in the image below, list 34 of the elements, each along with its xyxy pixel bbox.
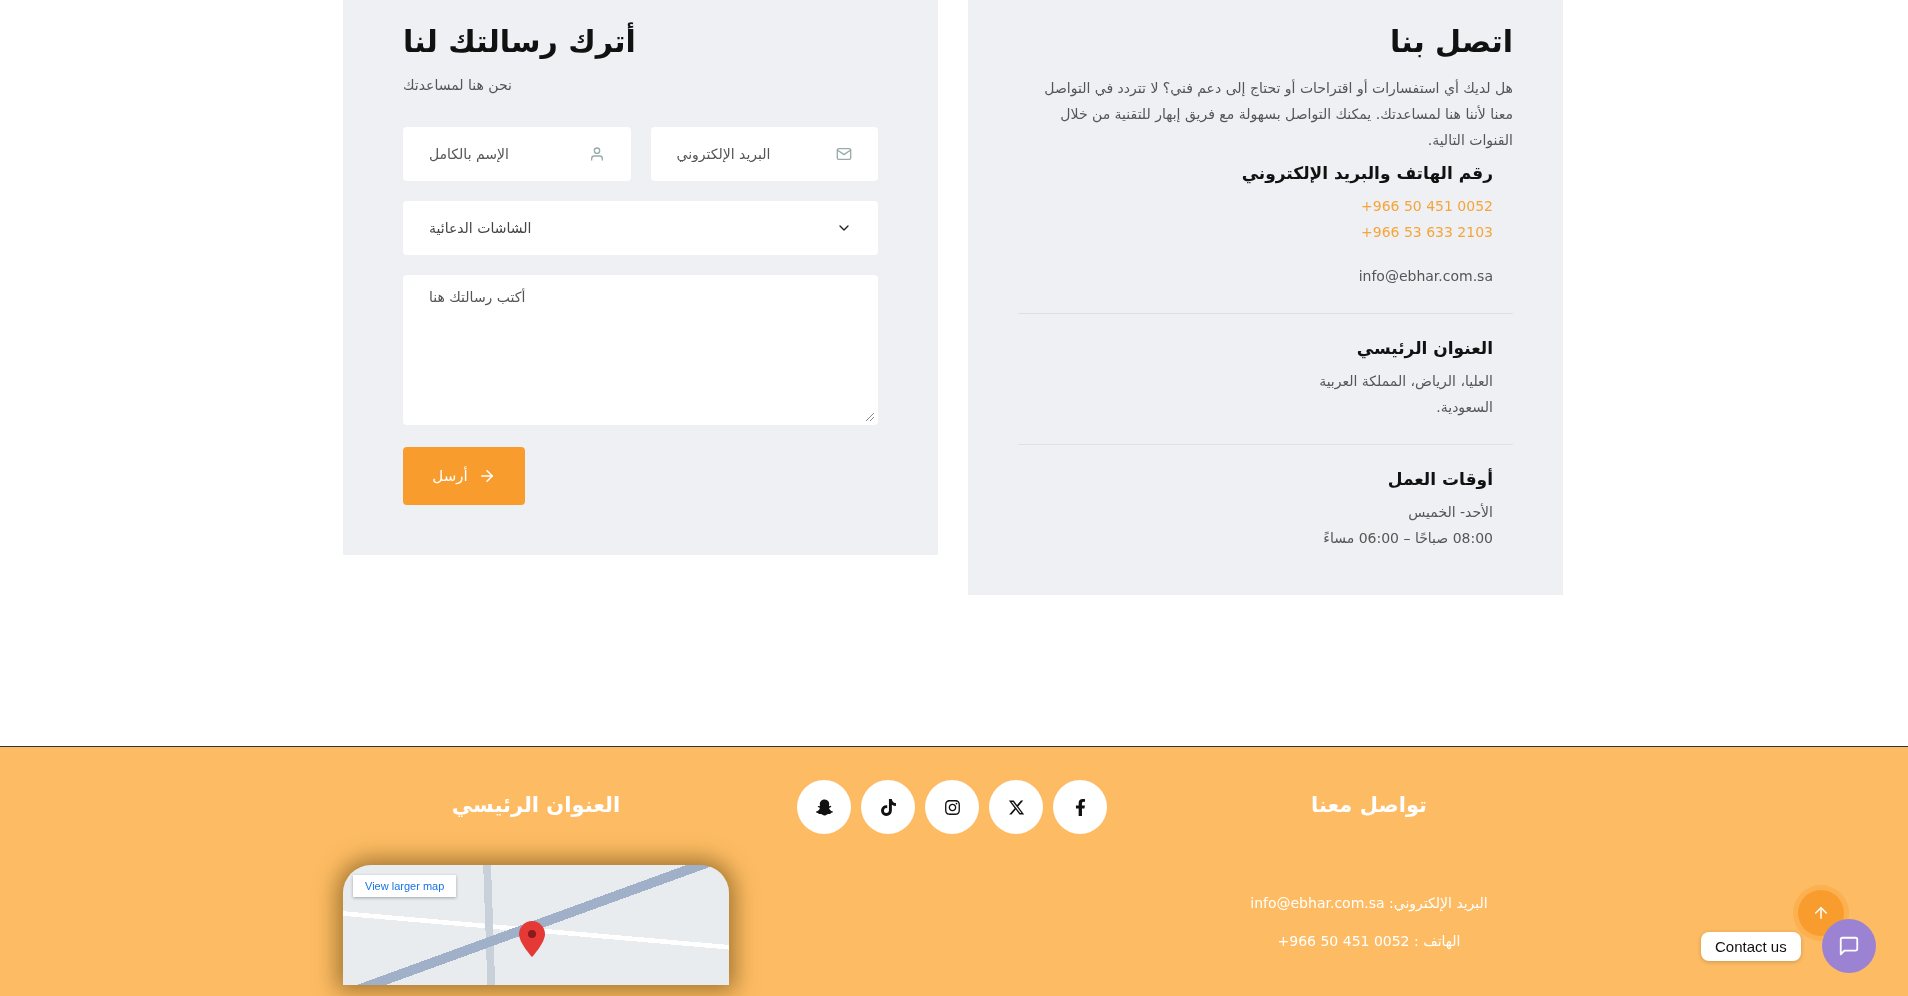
- email-field[interactable]: البريد الإلكتروني: [650, 127, 878, 181]
- instagram-icon: [943, 798, 961, 816]
- instagram-link[interactable]: [925, 780, 979, 834]
- message-field[interactable]: أكتب رسالتك هنا: [403, 275, 878, 425]
- user-icon: [588, 146, 605, 162]
- section-heading: أوقات العمل: [1386, 469, 1493, 489]
- map-pin-icon: [519, 921, 545, 958]
- form-subtitle: نحن هنا لمساعدتك: [403, 77, 512, 93]
- tiktok-icon: [879, 798, 897, 816]
- snapchat-link[interactable]: [797, 780, 851, 834]
- address-heading: العنوان الرئيسي: [451, 792, 621, 819]
- view-larger-map-link[interactable]: View larger map: [353, 875, 457, 898]
- contact-intro: هل لديك أي استفسارات أو اقتراحات أو تحتاج إلى دعم فني؟ لا تتردد في التواصل معنا لأننا هنا لمساعدتك. يمكنك التواصل بسهولة مع فريق إبهار للتقنية من خلال القنوات التالية.: [1043, 78, 1513, 151]
- service-select[interactable]: الشاشات الدعائية: [403, 201, 878, 255]
- info-text: 08:00 صباحًا – 06:00 مساءً: [1322, 529, 1493, 548]
- resize-grip-icon: [866, 413, 874, 421]
- mail-icon: [836, 146, 852, 162]
- section-heading: العنوان الرئيسي: [1355, 338, 1493, 358]
- arrow-up-icon: [1812, 904, 1830, 922]
- section-heading: رقم الهاتف والبريد الإلكتروني: [1240, 163, 1493, 183]
- contact-us-label: Contact us: [1701, 932, 1801, 961]
- email-link[interactable]: info@ebhar.com.sa: [1293, 263, 1493, 289]
- x-icon: [1007, 798, 1025, 816]
- tiktok-link[interactable]: [861, 780, 915, 834]
- x-link[interactable]: [989, 780, 1043, 834]
- form-title: أترك رسالتك لنا: [403, 22, 636, 61]
- name-field[interactable]: الإسم بالكامل: [403, 127, 631, 181]
- info-text: الأحد- الخميس: [1407, 502, 1493, 523]
- ghost-icon: [815, 798, 833, 816]
- facebook-link[interactable]: [1053, 780, 1107, 834]
- contact-title: اتصل بنا: [1388, 23, 1513, 61]
- info-text: العليا، الرياض، المملكة العربية السعودية.: [1318, 372, 1493, 418]
- chat-bubble-icon: [1838, 935, 1860, 957]
- contact-heading: تواصل معنا: [1311, 792, 1427, 819]
